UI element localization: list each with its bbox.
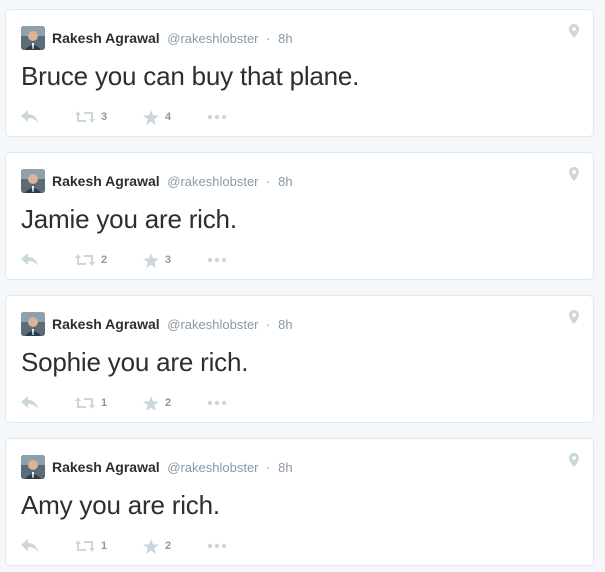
tweet-text: Amy you are rich. <box>21 490 220 520</box>
star-icon <box>143 252 159 268</box>
tweet-feed: Rakesh Agrawal @rakeshlobster · 8h Bruce… <box>0 0 605 572</box>
retweet-count: 3 <box>101 111 108 123</box>
avatar[interactable] <box>21 455 45 479</box>
tweet-text: Bruce you can buy that plane. <box>21 61 360 91</box>
more-dots-icon <box>207 400 227 406</box>
avatar[interactable] <box>21 169 45 193</box>
more-button[interactable] <box>207 107 227 127</box>
separator: · <box>266 317 271 332</box>
more-dots-icon <box>207 114 227 120</box>
more-button[interactable] <box>207 250 227 270</box>
retweet-icon <box>75 540 95 552</box>
tweet-header: Rakesh Agrawal @rakeshlobster · 8h <box>52 171 293 192</box>
reply-button[interactable] <box>21 250 39 270</box>
favorite-button[interactable]: 2 <box>143 393 171 413</box>
favorite-button[interactable]: 3 <box>143 250 171 270</box>
tweet-actions: 2 3 <box>21 250 321 270</box>
author-name[interactable]: Rakesh Agrawal <box>52 316 160 332</box>
retweet-icon <box>75 111 95 123</box>
reply-button[interactable] <box>21 393 39 413</box>
timestamp[interactable]: 8h <box>278 317 292 332</box>
favorite-count: 3 <box>165 254 172 266</box>
tweet-card[interactable]: Rakesh Agrawal @rakeshlobster · 8h Sophi… <box>5 295 594 423</box>
retweet-button[interactable]: 1 <box>75 393 107 413</box>
separator: · <box>266 460 271 475</box>
author-name[interactable]: Rakesh Agrawal <box>52 173 160 189</box>
star-icon <box>143 538 159 554</box>
avatar[interactable] <box>21 26 45 50</box>
separator: · <box>266 174 271 189</box>
more-button[interactable] <box>207 393 227 413</box>
retweet-count: 2 <box>101 254 108 266</box>
tweet-actions: 1 2 <box>21 393 321 413</box>
more-button[interactable] <box>207 536 227 556</box>
retweet-button[interactable]: 3 <box>75 107 107 127</box>
tweet-actions: 1 2 <box>21 536 321 556</box>
favorite-count: 2 <box>165 540 172 552</box>
more-dots-icon <box>207 543 227 549</box>
star-icon <box>143 109 159 125</box>
tweet-card[interactable]: Rakesh Agrawal @rakeshlobster · 8h Jamie… <box>5 152 594 280</box>
author-name[interactable]: Rakesh Agrawal <box>52 459 160 475</box>
retweet-icon <box>75 397 95 409</box>
retweet-button[interactable]: 1 <box>75 536 107 556</box>
reply-icon <box>21 110 38 123</box>
timestamp[interactable]: 8h <box>278 174 292 189</box>
location-pin-icon[interactable] <box>569 24 579 38</box>
tweet-card[interactable]: Rakesh Agrawal @rakeshlobster · 8h Amy y… <box>5 438 594 566</box>
location-pin-icon[interactable] <box>569 310 579 324</box>
author-handle[interactable]: @rakeshlobster <box>167 460 258 475</box>
location-pin-icon[interactable] <box>569 167 579 181</box>
tweet-text: Sophie you are rich. <box>21 347 249 377</box>
favorite-count: 2 <box>165 397 172 409</box>
favorite-button[interactable]: 4 <box>143 107 171 127</box>
retweet-count: 1 <box>101 397 108 409</box>
reply-icon <box>21 539 38 552</box>
tweet-card[interactable]: Rakesh Agrawal @rakeshlobster · 8h Bruce… <box>5 9 594 137</box>
author-name[interactable]: Rakesh Agrawal <box>52 30 160 46</box>
tweet-header: Rakesh Agrawal @rakeshlobster · 8h <box>52 457 293 478</box>
separator: · <box>266 31 271 46</box>
reply-button[interactable] <box>21 107 39 127</box>
location-pin-icon[interactable] <box>569 453 579 467</box>
author-handle[interactable]: @rakeshlobster <box>167 31 258 46</box>
tweet-header: Rakesh Agrawal @rakeshlobster · 8h <box>52 314 293 335</box>
timestamp[interactable]: 8h <box>278 460 292 475</box>
reply-icon <box>21 396 38 409</box>
tweet-actions: 3 4 <box>21 107 321 127</box>
reply-button[interactable] <box>21 536 39 556</box>
retweet-button[interactable]: 2 <box>75 250 107 270</box>
avatar[interactable] <box>21 312 45 336</box>
tweet-header: Rakesh Agrawal @rakeshlobster · 8h <box>52 28 293 49</box>
retweet-count: 1 <box>101 540 108 552</box>
timestamp[interactable]: 8h <box>278 31 292 46</box>
star-icon <box>143 395 159 411</box>
author-handle[interactable]: @rakeshlobster <box>167 317 258 332</box>
favorite-button[interactable]: 2 <box>143 536 171 556</box>
more-dots-icon <box>207 257 227 263</box>
author-handle[interactable]: @rakeshlobster <box>167 174 258 189</box>
retweet-icon <box>75 254 95 266</box>
favorite-count: 4 <box>165 111 172 123</box>
reply-icon <box>21 253 38 266</box>
tweet-text: Jamie you are rich. <box>21 204 237 234</box>
